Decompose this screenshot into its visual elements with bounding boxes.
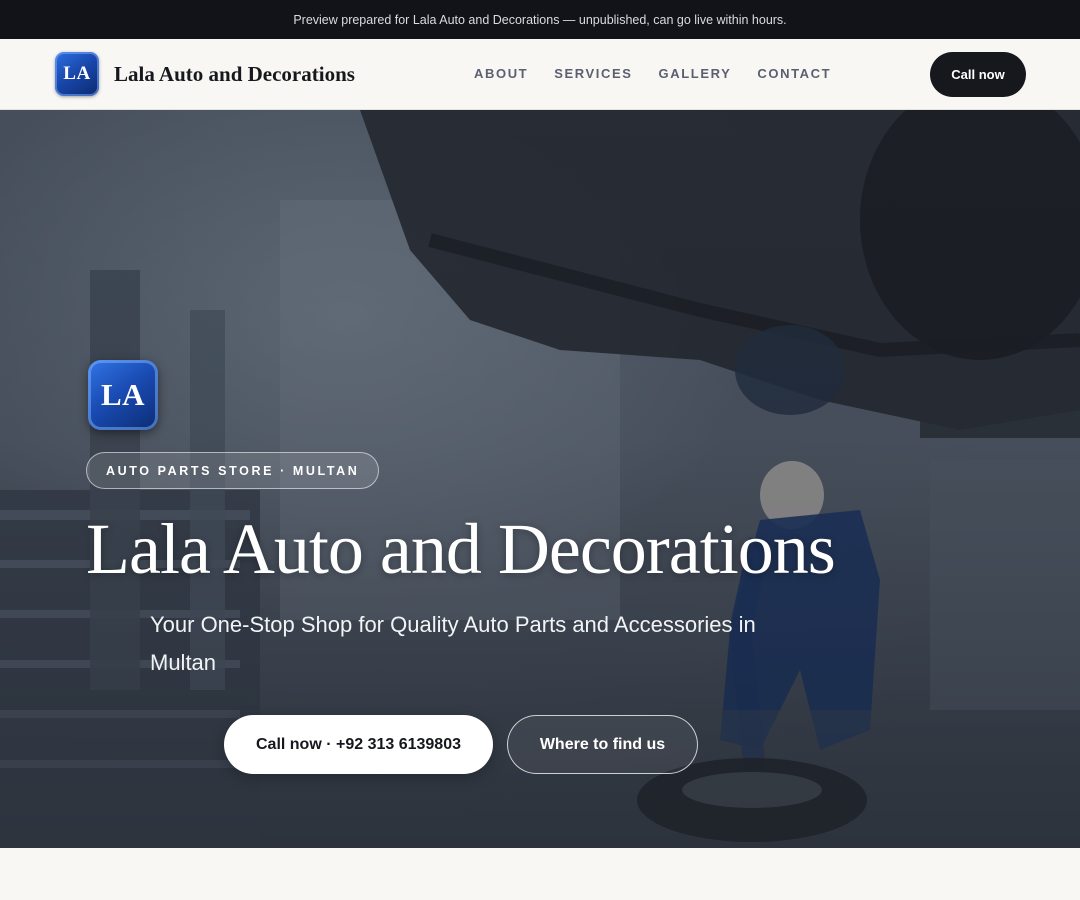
main-nav: ABOUT SERVICES GALLERY CONTACT	[474, 66, 831, 81]
nav-link-contact[interactable]: CONTACT	[757, 66, 831, 81]
nav-link-about[interactable]: ABOUT	[474, 66, 528, 81]
call-now-button[interactable]: Call now · +92 313 6139803	[224, 715, 493, 774]
header-call-button[interactable]: Call now	[930, 52, 1026, 97]
brand-logo: LA	[55, 52, 99, 96]
hero-subtitle: Your One-Stop Shop for Quality Auto Part…	[150, 612, 756, 675]
hero-section: LA AUTO PARTS STORE · MULTAN Lala Auto a…	[0, 110, 1080, 848]
hero-logo-text: LA	[100, 377, 146, 412]
hero-eyebrow-text: AUTO PARTS STORE · MULTAN	[106, 463, 360, 478]
brand-logo-text: LA	[63, 63, 91, 84]
brand-name: Lala Auto and Decorations	[114, 61, 355, 86]
site-header: LA Lala Auto and Decorations ABOUT SERVI…	[0, 39, 1080, 110]
brand-link[interactable]: LA Lala Auto and Decorations	[55, 52, 355, 96]
hero-eyebrow-badge: AUTO PARTS STORE · MULTAN	[86, 452, 380, 489]
hero-title: Lala Auto and Decorations	[86, 509, 836, 589]
preview-notice-text: Preview prepared for Lala Auto and Decor…	[293, 12, 787, 27]
hero-logo: LA	[88, 360, 158, 430]
nav-link-services[interactable]: SERVICES	[554, 66, 632, 81]
find-us-button[interactable]: Where to find us	[507, 715, 698, 774]
nav-link-gallery[interactable]: GALLERY	[659, 66, 732, 81]
preview-notice-bar: Preview prepared for Lala Auto and Decor…	[0, 0, 1080, 39]
